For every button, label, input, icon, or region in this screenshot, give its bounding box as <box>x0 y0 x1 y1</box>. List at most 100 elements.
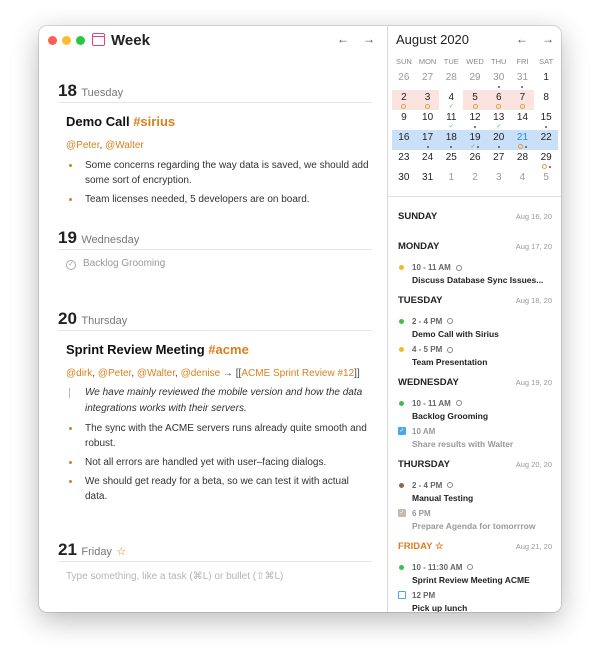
calendar-day[interactable]: 28 <box>511 150 535 170</box>
day-number: 26 <box>398 72 410 83</box>
prev-month-button[interactable]: ← <box>516 32 528 46</box>
agenda-task[interactable]: ✓ 10 AM Share results with Walter <box>398 425 552 454</box>
star-icon[interactable]: ☆ <box>116 546 126 558</box>
mention[interactable]: @Peter <box>66 140 100 151</box>
agenda-event[interactable]: 10 - 11 AM Backlog Grooming <box>398 397 552 426</box>
calendar-day[interactable]: 16 <box>392 130 416 150</box>
hashtag[interactable]: #acme <box>208 342 248 357</box>
agenda-event[interactable]: 10 - 11 AM Discuss Database Sync Issues..… <box>398 261 552 290</box>
calendar-day[interactable]: 21 <box>511 130 535 150</box>
weekday-label: SUN <box>395 57 412 66</box>
calendar-day[interactable]: 27 <box>487 150 511 170</box>
calendar-week[interactable]: 26 27 28 29 30 31 1 <box>392 70 558 90</box>
calendar-day[interactable]: 7 <box>510 90 535 110</box>
calendar-day[interactable]: 24 <box>416 150 440 170</box>
agenda-task[interactable]: 12 PM Pick up lunch <box>398 589 552 612</box>
calendar-day[interactable]: 4 ✓ <box>439 90 463 110</box>
bullet-item[interactable]: The sync with the ACME servers runs alre… <box>66 421 372 451</box>
calendar-week[interactable]: 23 24 25 26 27 28 29 <box>392 150 558 170</box>
star-icon[interactable]: ☆ <box>435 541 444 552</box>
bullet-item[interactable]: Team licenses needed, 5 developers are o… <box>66 192 372 207</box>
quote-block[interactable]: We have mainly reviewed the mobile versi… <box>66 385 372 417</box>
calendar-day[interactable]: 26 <box>392 70 416 90</box>
calendar-day[interactable]: 30 <box>392 170 416 190</box>
calendar-day[interactable]: 20 <box>487 130 511 150</box>
completed-task[interactable]: ✓ Backlog Grooming <box>66 258 372 270</box>
zoom-button[interactable] <box>76 36 85 45</box>
calendar-week[interactable]: 9 10 11 ✓ 12 13 ✓ 14 15 <box>392 110 558 130</box>
calendar-day[interactable]: 18 <box>439 130 463 150</box>
calendar-day[interactable]: 3 <box>487 170 511 190</box>
event-circle-icon <box>517 144 523 150</box>
agenda-title: Discuss Database Sync Issues... <box>412 275 544 285</box>
calendar-day[interactable]: 4 <box>511 170 535 190</box>
calendar-day[interactable]: 12 <box>463 110 487 130</box>
calendar-day[interactable]: 15 <box>534 110 558 130</box>
agenda-event[interactable]: 10 - 11:30 AM Sprint Review Meeting ACME <box>398 561 552 590</box>
bullet-item[interactable]: Not all errors are handled yet with user… <box>66 455 372 470</box>
agenda-task[interactable]: ✓ 6 PM Prepare Agenda for tomorrrow <box>398 507 552 536</box>
agenda-event[interactable]: 4 - 5 PM Team Presentation <box>398 343 552 372</box>
mention[interactable]: @dirk <box>66 368 92 379</box>
day-number: 29 <box>540 152 552 163</box>
calendar-day[interactable]: 26 <box>463 150 487 170</box>
calendar-day[interactable]: 29 <box>534 150 558 170</box>
calendar-day[interactable]: 2 <box>463 170 487 190</box>
next-week-button[interactable]: → <box>363 32 375 46</box>
calendar-day[interactable]: 5 <box>463 90 487 110</box>
agenda-event[interactable]: 2 - 4 PM Manual Testing <box>398 479 552 508</box>
calendar-week[interactable]: 2 3 4 ✓ 5 6 7 8 <box>392 90 558 110</box>
prev-week-button[interactable]: ← <box>337 32 349 46</box>
calendar-week[interactable]: 16 17 18 19 ✓ 20 21 22 <box>392 130 558 150</box>
calendar-day[interactable]: 29 <box>463 70 487 90</box>
mention[interactable]: @Walter <box>137 368 175 379</box>
calendar-day[interactable]: 31 <box>416 170 440 190</box>
calendar-day[interactable]: 10 <box>416 110 440 130</box>
check-circle-icon[interactable]: ✓ <box>66 260 76 270</box>
calendar-day[interactable]: 5 <box>534 170 558 190</box>
task-checkbox[interactable]: ✓ <box>398 509 406 517</box>
calendar-day[interactable]: 9 <box>392 110 416 130</box>
calendar-day[interactable]: 8 <box>534 90 558 110</box>
calendar-day[interactable]: 11 ✓ <box>439 110 463 130</box>
day-number: 17 <box>422 132 434 143</box>
note-input[interactable]: Type something, like a task (⌘L) or bull… <box>66 571 372 582</box>
task-checkbox[interactable]: ✓ <box>398 427 406 435</box>
calendar-day[interactable]: 13 ✓ <box>487 110 511 130</box>
calendar-day[interactable]: 27 <box>416 70 440 90</box>
calendar-day[interactable]: 3 <box>415 90 440 110</box>
bullet-item[interactable]: We should get ready for a beta, so we ca… <box>66 474 372 504</box>
calendar-day[interactable]: 28 <box>439 70 463 90</box>
mention[interactable]: @denise <box>181 368 221 379</box>
calendar-day[interactable]: 6 <box>486 90 511 110</box>
calendar-week[interactable]: 30 31 1 2 3 4 5 <box>392 170 558 190</box>
calendar-day[interactable]: 22 <box>534 130 558 150</box>
day-name-text: MONDAY <box>398 241 440 252</box>
calendar-day[interactable]: 14 <box>511 110 535 130</box>
next-month-button[interactable]: → <box>542 32 554 46</box>
calendar-day[interactable]: 30 <box>487 70 511 90</box>
mention[interactable]: @Peter <box>98 368 132 379</box>
bullet-item[interactable]: Some concerns regarding the way data is … <box>66 158 372 188</box>
task-checkbox[interactable] <box>398 591 406 599</box>
agenda-date: Aug 20, 20 <box>515 459 552 469</box>
mention[interactable]: @Walter <box>105 140 144 151</box>
calendar-day[interactable]: 19 ✓ <box>463 130 487 150</box>
agenda-event[interactable]: 2 - 4 PM Demo Call with Sirius <box>398 315 552 344</box>
calendar-day[interactable]: 1 <box>439 170 463 190</box>
event-circle-icon <box>496 104 502 110</box>
calendar-day[interactable]: 25 <box>439 150 463 170</box>
calendar-day[interactable]: 17 <box>416 130 440 150</box>
weekday-label: WED <box>466 57 484 66</box>
note-link[interactable]: ACME Sprint Review #12 <box>241 368 354 379</box>
calendar-day[interactable]: 2 <box>392 90 416 110</box>
note-title[interactable]: Demo Call #sirius <box>66 114 372 129</box>
hashtag[interactable]: #sirius <box>133 114 175 129</box>
calendar-day[interactable]: 1 <box>534 70 558 90</box>
close-button[interactable] <box>48 36 57 45</box>
minimize-button[interactable] <box>62 36 71 45</box>
day-number: 6 <box>495 92 502 103</box>
calendar-day[interactable]: 23 <box>392 150 416 170</box>
calendar-day[interactable]: 31 <box>511 70 535 90</box>
note-title[interactable]: Sprint Review Meeting #acme <box>66 342 372 357</box>
